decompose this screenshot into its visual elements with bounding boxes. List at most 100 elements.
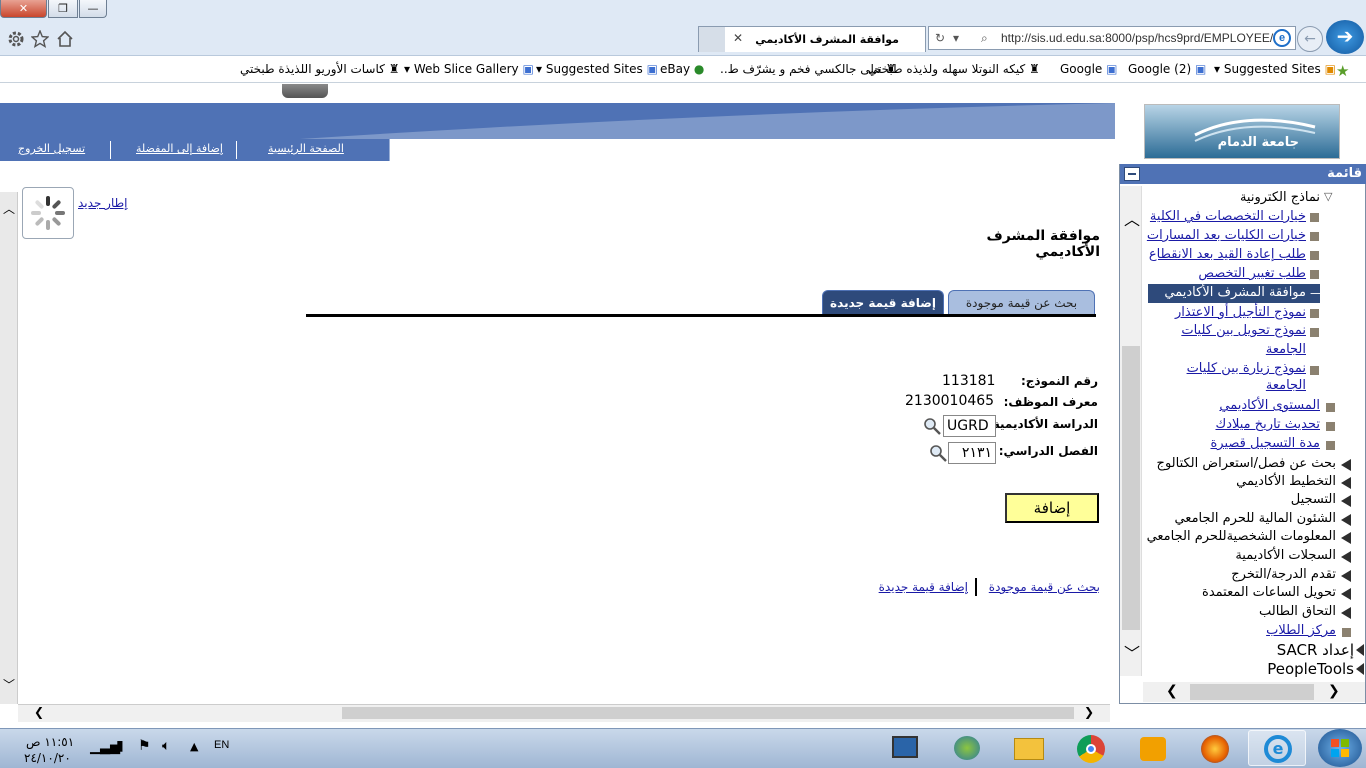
menu-item[interactable]: طلب تغيير التخصص <box>1198 266 1306 281</box>
new-window-link[interactable]: إطار جديد <box>78 196 128 210</box>
tab-close-icon[interactable]: ✕ <box>733 31 743 45</box>
window-restore-button[interactable]: ❐ <box>48 0 78 18</box>
favorites-item[interactable]: ♜ حلى جالكسي فخم و يشرّف ط.. <box>720 62 896 76</box>
home-icon[interactable] <box>56 30 74 48</box>
volume-icon[interactable]: 🔈︎ <box>162 738 170 754</box>
search-icon[interactable]: ⌕ <box>981 27 988 49</box>
favorites-item[interactable]: ● eBay <box>660 62 704 76</box>
menu-link-update-birthdate[interactable]: تحديث تاريخ ميلادك <box>1216 417 1321 432</box>
menu-folder[interactable]: تحويل الساعات المعتمدة <box>1202 585 1336 600</box>
add-button[interactable]: إضافة <box>1005 493 1099 523</box>
menu-item[interactable]: طلب إعادة القيد بعد الانقطاع <box>1149 247 1306 262</box>
language-indicator[interactable]: EN <box>214 739 229 751</box>
taskbar-app-internet-explorer[interactable]: e <box>1248 730 1306 766</box>
globe-icon: ● <box>693 62 705 76</box>
action-center-flag-icon[interactable]: ⚑ <box>138 738 151 754</box>
menu-bullet <box>1310 270 1319 279</box>
favorites-star-icon[interactable] <box>31 30 49 48</box>
employee-id-label: معرف الموظف: <box>1003 395 1098 409</box>
scroll-down-icon[interactable]: ﹀ <box>3 676 15 693</box>
menu-folder-peopletools[interactable]: PeopleTools <box>1267 660 1354 678</box>
lookup-search-icon[interactable] <box>928 443 948 463</box>
menu-folder[interactable]: بحث عن فصل/استعراض الكتالوج <box>1157 456 1336 471</box>
menu-folder[interactable]: السجلات الأكاديمية <box>1235 548 1336 563</box>
bottom-search-link[interactable]: بحث عن قيمة موجودة <box>989 580 1100 594</box>
menu-folder[interactable]: التسجيل <box>1291 492 1336 507</box>
menu-folder-sacr[interactable]: إعداد SACR <box>1277 641 1354 659</box>
menu-link-short-registration[interactable]: مدة التسجيل قصيرة <box>1210 436 1320 451</box>
favorites-item[interactable]: ♜ كاسات الأوريو اللذيذة طبختي <box>240 62 399 76</box>
menu-collapse-button[interactable] <box>1124 167 1140 181</box>
refresh-icon[interactable]: ↻ <box>935 27 945 49</box>
menu-item[interactable]: نموذج التأجيل أو الاعتذار <box>1175 305 1306 320</box>
taskbar-app-firefox[interactable] <box>1186 730 1244 766</box>
scroll-up-icon[interactable]: ︿ <box>3 200 15 217</box>
menu-item[interactable]: خيارات التخصصات في الكلية <box>1150 209 1306 224</box>
menu-item[interactable]: خيارات الكليات بعد المسارات <box>1147 228 1306 243</box>
scroll-left-icon[interactable]: ❮ <box>34 705 44 719</box>
menu-bullet <box>1342 628 1351 637</box>
back-button[interactable]: ➔ <box>1326 20 1364 54</box>
menu-bullet <box>1310 309 1319 318</box>
menu-horizontal-thumb[interactable] <box>1190 684 1314 700</box>
menu-item[interactable]: نموذج زيارة بين كليات <box>1187 361 1306 376</box>
address-bar[interactable]: ↻ ▾ ⌕ http://sis.ud.edu.sa:8000/psp/hcs9… <box>928 26 1296 50</box>
tools-gear-icon[interactable] <box>7 30 25 48</box>
menu-link-academic-level[interactable]: المستوى الأكاديمي <box>1219 398 1320 413</box>
menu-section-eforms[interactable]: نماذج الكترونية <box>1240 190 1320 205</box>
horizontal-scroll-thumb[interactable] <box>342 707 1074 719</box>
menu-scroll-thumb[interactable] <box>1122 346 1140 630</box>
favorites-item[interactable]: ▣ Google <box>1060 62 1118 76</box>
favorites-item[interactable]: ▣ (Google (2 <box>1128 62 1206 76</box>
window-close-button[interactable]: ✕ <box>0 0 47 18</box>
term-input[interactable]: ٢١٣١ <box>948 442 996 464</box>
menu-scroll-down-icon[interactable]: ﹀ <box>1124 640 1140 664</box>
menu-folder[interactable]: المعلومات الشخصيةللحرم الجامعي <box>1147 529 1336 544</box>
clock-time[interactable]: ١١:٥١ ص <box>26 735 74 749</box>
scroll-right-icon[interactable]: ❯ <box>1084 705 1094 719</box>
menu-folder[interactable]: الشئون المالية للحرم الجامعي <box>1174 511 1336 526</box>
logout-link[interactable]: تسجيل الخروج <box>18 142 85 155</box>
add-favorite-link[interactable]: إضافة إلى المفضلة <box>136 142 223 155</box>
taskbar-app-remote-desktop[interactable] <box>876 730 934 766</box>
frame-handle[interactable] <box>282 84 328 98</box>
browser-tab[interactable]: ✕ موافقة المشرف الأكاديمي <box>698 26 926 52</box>
favorites-item[interactable]: ▣ Suggested Sites ▾ <box>1214 62 1336 76</box>
battery-icon[interactable]: ▮ <box>116 738 124 754</box>
window-minimize-button[interactable]: — <box>79 0 107 18</box>
tab-search-existing[interactable]: بحث عن قيمة موجودة <box>948 290 1095 316</box>
menu-folder[interactable]: تقدم الدرجة/التخرج <box>1231 567 1336 582</box>
menu-item-continued[interactable]: الجامعة <box>1266 378 1306 393</box>
tab-add-new[interactable]: إضافة قيمة جديدة <box>822 290 944 316</box>
menu-scroll-left-icon[interactable]: ❮ <box>1166 683 1178 699</box>
menu-item-active[interactable]: موافقة المشرف الأكاديمي <box>1164 285 1306 300</box>
show-hidden-icons-icon[interactable]: ▲ <box>190 740 198 753</box>
start-button[interactable] <box>1318 729 1362 767</box>
taskbar-app-network[interactable] <box>938 730 996 766</box>
taskbar-app-chrome[interactable] <box>1062 730 1120 766</box>
taskbar-app-media-player[interactable] <box>1124 730 1182 766</box>
folder-open-icon[interactable]: ▽ <box>1324 190 1332 203</box>
bottom-add-link[interactable]: إضافة قيمة جديدة <box>879 580 968 594</box>
forward-button[interactable]: ← <box>1297 26 1323 52</box>
favorites-add-icon[interactable]: ★ <box>1336 62 1349 80</box>
lookup-search-icon[interactable] <box>922 416 942 436</box>
menu-bullet <box>1326 422 1335 431</box>
chef-icon: ♜ <box>388 62 400 76</box>
clock-date[interactable]: ٢٤/١٠/٢٠ <box>24 751 71 765</box>
menu-link-student-center[interactable]: مركز الطلاب <box>1266 623 1336 638</box>
menu-scroll-right-icon[interactable]: ❯ <box>1328 683 1340 699</box>
menu-folder[interactable]: التحاق الطالب <box>1259 604 1336 619</box>
content-vertical-scrollbar[interactable] <box>0 192 18 704</box>
favorites-item[interactable]: ▣ Suggested Sites ▾ <box>536 62 658 76</box>
menu-item[interactable]: نموذج تحويل بين كليات <box>1181 323 1306 338</box>
home-link[interactable]: الصفحة الرئيسية <box>268 142 344 155</box>
compat-view-icon[interactable]: ▾ <box>953 27 959 49</box>
favorites-item[interactable]: ▣ Web Slice Gallery ▾ <box>404 62 534 76</box>
menu-folder[interactable]: التخطيط الأكاديمي <box>1236 474 1336 489</box>
taskbar-app-explorer-folder[interactable] <box>1000 730 1058 766</box>
academic-career-input[interactable]: UGRD <box>943 415 996 437</box>
menu-scroll-up-icon[interactable]: ︿ <box>1124 206 1140 230</box>
menu-item-continued[interactable]: الجامعة <box>1266 342 1306 357</box>
new-tab-area[interactable] <box>699 27 725 52</box>
